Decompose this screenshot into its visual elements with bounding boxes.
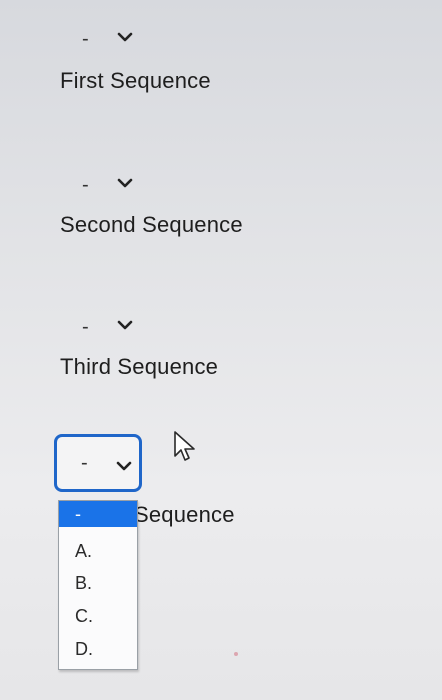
dropdown-option-b[interactable]: B.: [59, 567, 137, 599]
first-sequence-select[interactable]: -: [58, 22, 144, 56]
second-sequence-label: Second Sequence: [60, 212, 243, 237]
first-sequence-label: First Sequence: [60, 68, 211, 93]
chevron-down-icon: [116, 461, 132, 471]
third-sequence-select[interactable]: -: [58, 310, 144, 344]
select-value: -: [82, 316, 89, 338]
dropdown-option-d[interactable]: D.: [59, 633, 137, 665]
screen-speck: [234, 652, 238, 656]
fourth-sequence-label: Sequence: [134, 502, 235, 527]
third-sequence-label: Third Sequence: [60, 354, 219, 379]
chevron-down-icon: [117, 320, 133, 330]
select-value: -: [82, 28, 89, 50]
dropdown-option-c[interactable]: C.: [59, 600, 137, 632]
select-value: -: [81, 452, 88, 474]
chevron-down-icon: [117, 32, 133, 42]
dropdown-list: - A. B. C. D.: [58, 500, 138, 670]
dropdown-option-a[interactable]: A.: [59, 535, 137, 567]
mouse-pointer-icon: [174, 431, 195, 461]
fourth-sequence-select[interactable]: -: [54, 434, 142, 492]
select-value: -: [82, 174, 89, 196]
second-sequence-select[interactable]: -: [58, 168, 144, 202]
chevron-down-icon: [117, 178, 133, 188]
dropdown-option-placeholder[interactable]: -: [59, 501, 137, 527]
